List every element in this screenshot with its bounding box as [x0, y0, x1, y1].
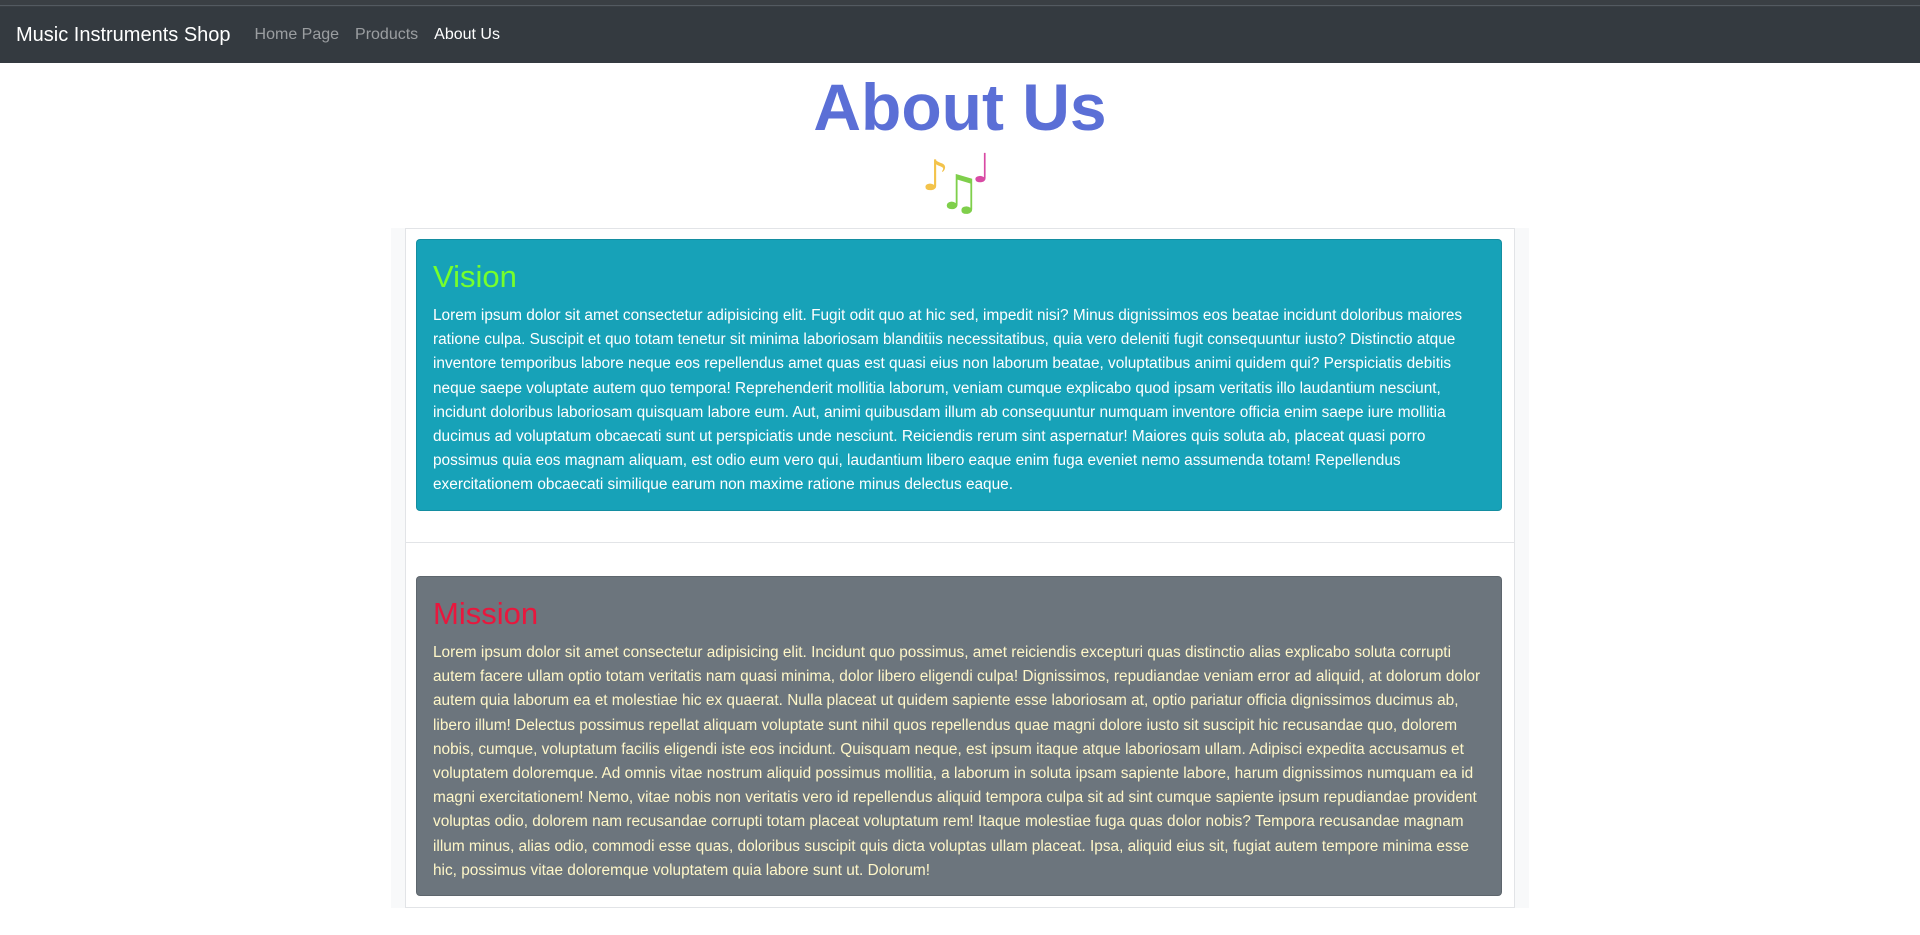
vision-title: Vision [433, 259, 517, 294]
content-panel: Vision Lorem ipsum dolor sit amet consec… [405, 228, 1515, 908]
navbar-top-border [0, 5, 1920, 6]
vision-text: Lorem ipsum dolor sit amet consectetur a… [433, 307, 1463, 494]
nav-link-products[interactable]: Products [355, 26, 418, 44]
content-container: Vision Lorem ipsum dolor sit amet consec… [391, 228, 1529, 908]
brand-link[interactable]: Music Instruments Shop [16, 24, 231, 47]
section-divider [406, 542, 1514, 543]
note-icon-pink: ♩ [972, 146, 991, 192]
page-title: About Us [813, 70, 1107, 144]
vision-card: Vision Lorem ipsum dolor sit amet consec… [416, 239, 1502, 511]
navbar: Music Instruments Shop Home Page Product… [0, 0, 1920, 63]
nav-link-about[interactable]: About Us [434, 26, 500, 44]
mission-text: Lorem ipsum dolor sit amet consectetur a… [433, 644, 1481, 879]
musical-notes-icon: ♪ ♫ ♩ [920, 147, 1000, 217]
mission-title: Mission [433, 596, 539, 631]
nav-link-home[interactable]: Home Page [255, 26, 340, 44]
mission-card: Mission Lorem ipsum dolor sit amet conse… [416, 576, 1502, 896]
